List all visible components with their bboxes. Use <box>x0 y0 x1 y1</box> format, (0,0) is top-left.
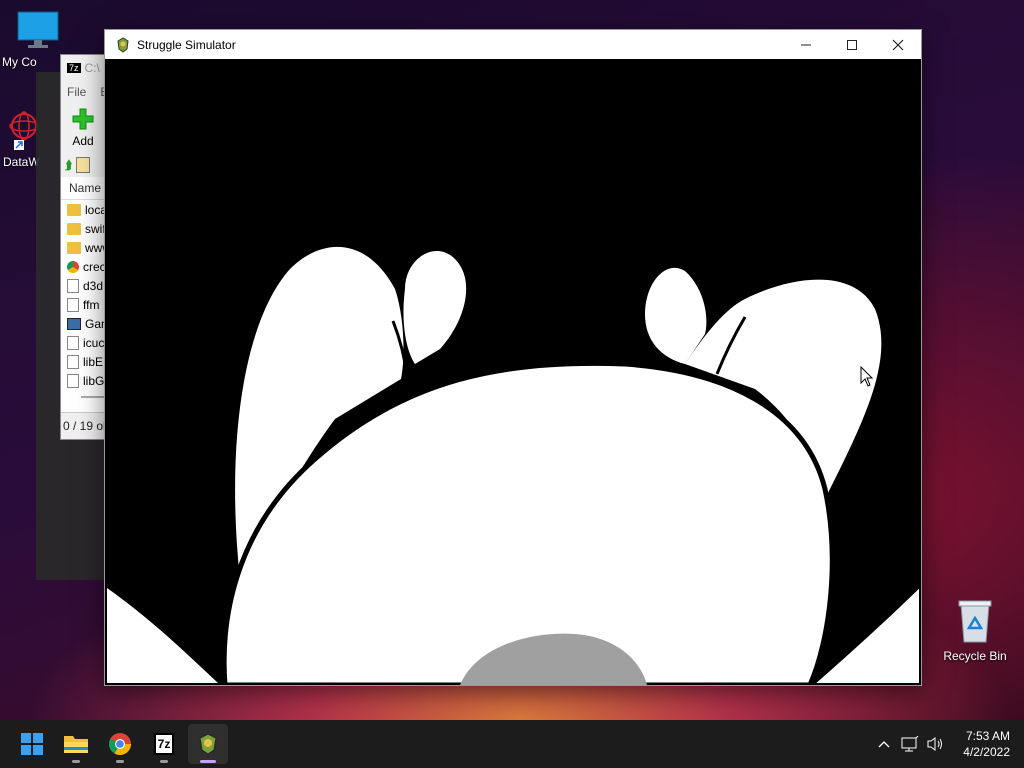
taskbar-chrome[interactable] <box>100 724 140 764</box>
file-name: libE <box>83 354 104 369</box>
game-icon <box>117 36 129 53</box>
chevron-up-icon <box>878 741 890 748</box>
desktop-icon-datawrapper[interactable]: DataW <box>0 108 40 169</box>
window-titlebar[interactable]: Struggle Simulator <box>105 30 921 59</box>
clock[interactable]: 7:53 AM 4/2/2022 <box>963 728 1010 760</box>
7zip-icon: 7z <box>153 733 175 755</box>
active-indicator <box>200 760 216 763</box>
network-button[interactable] <box>897 736 923 752</box>
menu-file[interactable]: File <box>67 85 86 99</box>
window-title: Struggle Simulator <box>137 37 236 52</box>
zip-title: C:\ <box>84 61 100 75</box>
chrome-file-icon <box>67 260 79 273</box>
show-hidden-icons-button[interactable] <box>871 740 897 748</box>
taskbar-7zip[interactable]: 7z <box>144 724 184 764</box>
game-canvas[interactable] <box>105 59 921 685</box>
clock-time: 7:53 AM <box>965 729 1010 743</box>
clock-date: 4/2/2022 <box>963 745 1010 759</box>
struggle-simulator-window[interactable]: Struggle Simulator <box>104 29 922 686</box>
desktop-icon-label: Recycle Bin <box>943 649 1007 663</box>
folder-icon <box>67 241 81 254</box>
mouse-cursor-icon <box>860 366 874 387</box>
game-icon <box>199 733 217 755</box>
up-folder-icon[interactable]: ⮭ <box>65 158 72 173</box>
network-icon <box>901 736 919 752</box>
running-indicator <box>116 760 124 763</box>
close-icon <box>892 39 904 50</box>
taskbar-start-button[interactable] <box>12 724 52 764</box>
maximize-button[interactable] <box>829 30 875 59</box>
dll-file-icon <box>67 373 79 388</box>
file-name: d3d <box>83 278 104 293</box>
folder-icon <box>64 736 88 753</box>
desktop-icon-recycle-bin[interactable]: Recycle Bin <box>940 598 1010 663</box>
file-name: crec <box>83 259 106 274</box>
system-tray: 7:53 AM 4/2/2022 <box>871 720 1024 768</box>
minimize-button[interactable] <box>783 30 829 59</box>
file-name: ffm <box>83 297 100 312</box>
blank-file-icon <box>67 335 79 350</box>
volume-button[interactable] <box>923 736 949 752</box>
add-label: Add <box>72 134 94 148</box>
file-name: swif <box>85 221 106 236</box>
windows-start-icon <box>21 733 43 755</box>
folder-view-icon[interactable] <box>76 157 91 173</box>
recycle-bin-icon <box>958 600 992 643</box>
desktop-icon-label: DataW <box>3 155 40 169</box>
monitor-icon <box>17 11 59 48</box>
folder-icon <box>67 222 81 235</box>
datawrapper-icon <box>9 111 39 150</box>
add-button[interactable]: Add <box>71 103 95 148</box>
dll-file-icon <box>67 297 79 312</box>
folder-icon <box>67 203 81 216</box>
game-scene <box>105 59 921 685</box>
plus-icon <box>72 108 94 130</box>
file-name: icuc <box>83 335 105 350</box>
minimize-icon <box>801 44 811 45</box>
dll-file-icon <box>67 354 79 369</box>
running-indicator <box>160 760 168 763</box>
7zip-icon: 7z <box>67 63 81 73</box>
speaker-icon <box>927 737 943 751</box>
chrome-icon <box>109 733 131 755</box>
dll-file-icon <box>67 278 79 293</box>
maximize-icon <box>847 39 857 50</box>
close-button[interactable] <box>875 30 921 59</box>
app-file-icon <box>67 317 81 330</box>
taskbar-struggle-simulator[interactable] <box>188 724 228 764</box>
file-name: libG <box>83 373 105 388</box>
taskbar: 7z 7:53 AM 4/2/2022 <box>0 720 1024 768</box>
taskbar-file-explorer[interactable] <box>56 724 96 764</box>
running-indicator <box>72 760 80 763</box>
